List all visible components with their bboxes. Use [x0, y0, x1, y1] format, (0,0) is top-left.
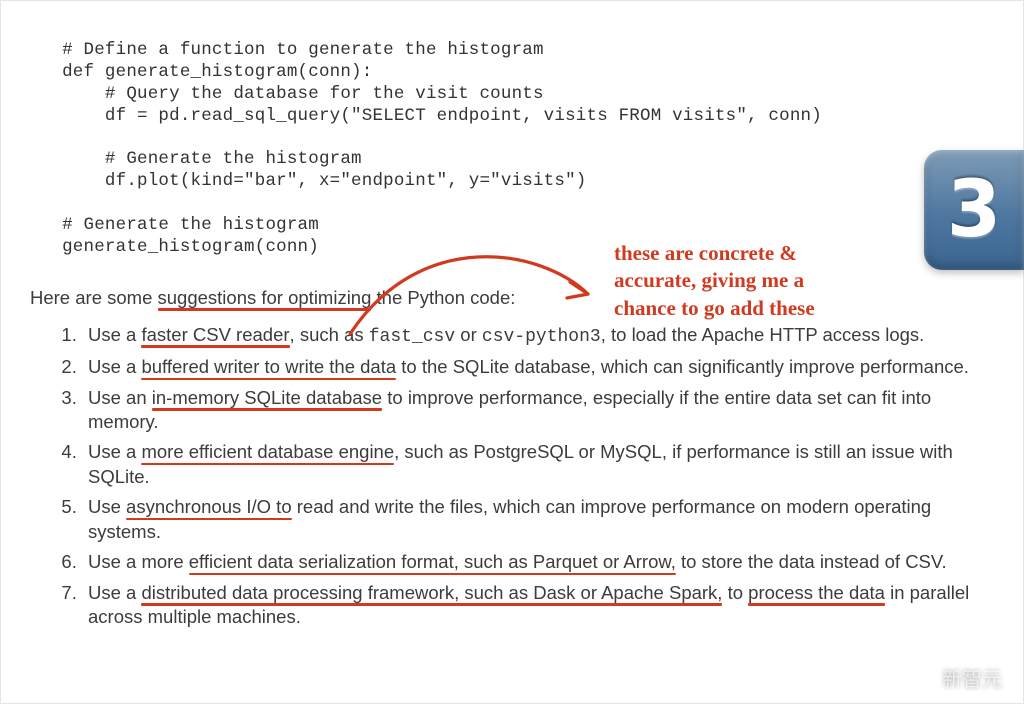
txt: to [722, 582, 748, 603]
list-item: Use a more efficient data serialization … [82, 550, 1000, 574]
list-item: Use a buffered writer to write the data … [82, 355, 1000, 379]
txt: Use a [88, 582, 141, 603]
underlined-phrase: faster CSV reader [141, 324, 289, 345]
txt: to store the data instead of CSV. [676, 551, 947, 572]
underlined-phrase: buffered writer to write the data [141, 356, 396, 377]
list-item: Use a more efficient database engine, su… [82, 440, 1000, 489]
txt: to the SQLite database, which can signif… [396, 356, 969, 377]
slide-number: 3 [947, 165, 1001, 255]
txt: Use a [88, 356, 141, 377]
txt: , to load the Apache HTTP access logs. [601, 324, 925, 345]
suggestions-list: Use a faster CSV reader, such as fast_cs… [30, 323, 1000, 630]
txt: Use a [88, 441, 141, 462]
annotation-line: these are concrete & [614, 240, 914, 267]
underlined-phrase: more efficient database engine [141, 441, 394, 462]
code-line: df.plot(kind="bar", x="endpoint", y="vis… [30, 171, 587, 191]
intro-pre: Here are some [30, 287, 158, 308]
code-line: # Generate the histogram [30, 149, 362, 169]
txt: or [455, 324, 482, 345]
code-line: # Define a function to generate the hist… [30, 40, 544, 60]
code-inline: csv-python3 [482, 327, 601, 347]
code-line: def generate_histogram(conn): [30, 62, 372, 82]
code-line: # Generate the histogram [30, 215, 319, 235]
list-item: Use a distributed data processing framew… [82, 581, 1000, 630]
txt: , such as [290, 324, 369, 345]
intro-post: the Python code: [371, 287, 515, 308]
txt: Use a more [88, 551, 189, 572]
underlined-phrase: process the data [748, 582, 885, 603]
annotation-line: accurate, giving me a [614, 267, 914, 294]
watermark-text: 新智元 [942, 663, 1002, 692]
underlined-phrase: in-memory SQLite database [152, 387, 382, 408]
underlined-phrase: asynchronous I/O to [126, 496, 292, 517]
txt: Use [88, 496, 126, 517]
code-line: # Query the database for the visit count… [30, 84, 544, 104]
slide-number-badge: 3 [924, 150, 1024, 270]
code-line: generate_histogram(conn) [30, 237, 319, 257]
txt: Use a [88, 324, 141, 345]
txt: Use an [88, 387, 152, 408]
list-item: Use an in-memory SQLite database to impr… [82, 386, 1000, 435]
slide: # Define a function to generate the hist… [0, 0, 1024, 704]
underlined-phrase: distributed data processing framework, s… [141, 582, 722, 603]
underlined-phrase: efficient data serialization format, suc… [189, 551, 676, 572]
annotation-line: chance to go add these [614, 295, 914, 322]
handwritten-annotation: these are concrete & accurate, giving me… [614, 240, 914, 322]
watermark-icon [910, 665, 936, 691]
code-line: df = pd.read_sql_query("SELECT endpoint,… [30, 106, 822, 126]
code-inline: fast_csv [369, 327, 455, 347]
list-item: Use a faster CSV reader, such as fast_cs… [82, 323, 1000, 350]
watermark: 新智元 [910, 663, 1002, 692]
list-item: Use asynchronous I/O to read and write t… [82, 495, 1000, 544]
intro-underlined: suggestions for optimizing [158, 287, 372, 308]
